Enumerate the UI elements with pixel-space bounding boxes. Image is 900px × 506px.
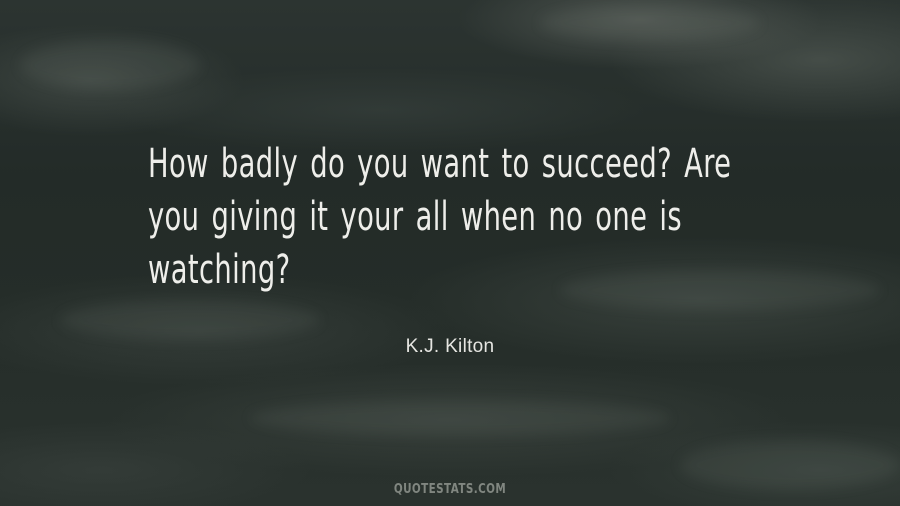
quote-line: you giving it your all when no one is <box>148 194 683 240</box>
quote-line: How badly do you want to succeed? Are <box>148 141 732 187</box>
cloud-streak <box>20 40 200 90</box>
site-watermark: QUOTESTATS.COM <box>393 482 507 497</box>
cloud-streak <box>60 300 320 340</box>
quote-author: K.J. Kilton <box>405 336 495 357</box>
quote-line: watching? <box>148 247 291 293</box>
quote-image: How badly do you want to succeed? Are yo… <box>0 0 900 506</box>
quote-text: How badly do you want to succeed? Are yo… <box>148 138 732 297</box>
cloud-streak <box>540 5 760 41</box>
cloud-streak <box>250 400 670 436</box>
